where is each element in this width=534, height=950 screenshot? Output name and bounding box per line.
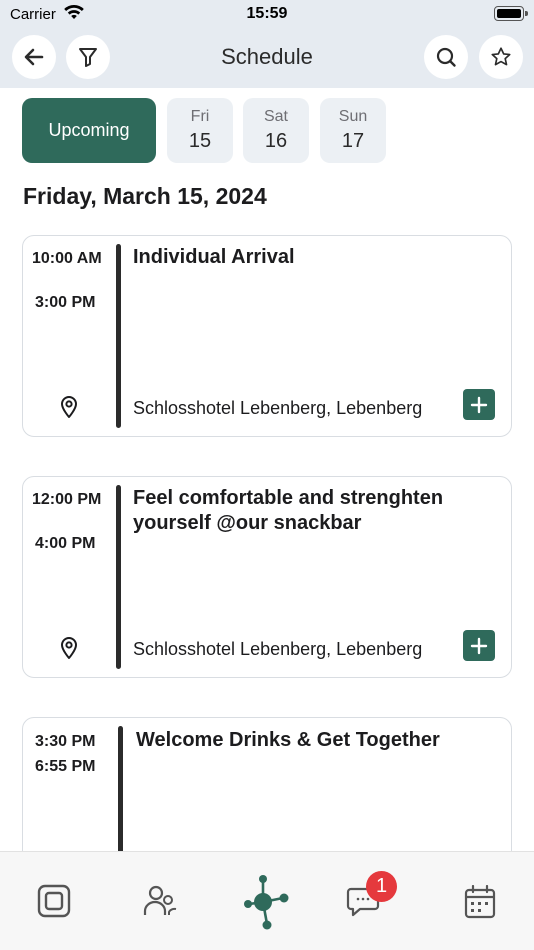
- event-end-time: 3:00 PM: [35, 294, 96, 311]
- event-start-time: 10:00 AM: [32, 250, 102, 267]
- event-timeline-bar: [118, 726, 123, 858]
- event-card[interactable]: 3:30 PM 6:55 PM Welcome Drinks & Get Tog…: [22, 717, 512, 867]
- tab-network[interactable]: [242, 874, 290, 935]
- chat-unread-badge: 1: [366, 871, 397, 902]
- tab-home[interactable]: [37, 884, 71, 923]
- event-card[interactable]: 10:00 AM 3:00 PM Individual Arrival Schl…: [22, 235, 512, 437]
- day-heading: Friday, March 15, 2024: [23, 183, 267, 209]
- event-start-time: 12:00 PM: [32, 491, 102, 508]
- tab-day-number: 17: [341, 130, 365, 152]
- event-location: Schlosshotel Lebenberg, Lebenberg: [133, 639, 423, 659]
- nav-bar: Schedule: [0, 28, 534, 88]
- bottom-tab-bar: 1: [0, 851, 534, 950]
- people-icon: [143, 885, 177, 915]
- event-end-time: 6:55 PM: [35, 758, 96, 775]
- network-hub-icon: [244, 875, 289, 930]
- tab-sat-16[interactable]: Sat 16: [243, 98, 309, 163]
- status-time: 15:59: [246, 5, 288, 22]
- square-icon: [37, 884, 71, 918]
- tab-people[interactable]: [143, 884, 177, 923]
- tab-day-number: 15: [188, 130, 212, 152]
- star-icon: [491, 47, 511, 66]
- event-title: Individual Arrival: [133, 246, 295, 268]
- event-location: Schlosshotel Lebenberg, Lebenberg: [133, 398, 423, 418]
- favorite-button[interactable]: [479, 35, 523, 79]
- tab-sun-17[interactable]: Sun 17: [320, 98, 386, 163]
- tab-upcoming[interactable]: Upcoming: [22, 98, 156, 163]
- status-bar: Carrier 15:59: [0, 0, 534, 28]
- add-to-agenda-button[interactable]: [463, 630, 495, 661]
- search-button[interactable]: [424, 35, 468, 79]
- event-title: Feel comfortable and strenghten yourself…: [133, 487, 444, 534]
- location-pin-icon: [61, 637, 77, 659]
- event-timeline-bar: [116, 244, 121, 428]
- event-end-time: 4:00 PM: [35, 535, 96, 552]
- event-timeline-bar: [116, 485, 121, 669]
- tab-day-number: 16: [264, 130, 288, 152]
- tab-fri-15[interactable]: Fri 15: [167, 98, 233, 163]
- event-card[interactable]: 12:00 PM 4:00 PM Feel comfortable and st…: [22, 476, 512, 678]
- plus-icon: [470, 637, 488, 654]
- tab-day-of-week: Fri: [190, 108, 210, 125]
- event-start-time: 3:30 PM: [35, 733, 96, 750]
- battery-icon: [494, 6, 528, 21]
- location-pin-icon: [61, 396, 77, 418]
- calendar-icon: [464, 884, 496, 919]
- event-title: Welcome Drinks & Get Together: [136, 729, 440, 751]
- plus-icon: [470, 396, 488, 413]
- tab-day-of-week: Sun: [338, 108, 368, 125]
- add-to-agenda-button[interactable]: [463, 389, 495, 420]
- tab-day-of-week: Sat: [263, 108, 288, 125]
- tab-calendar[interactable]: [464, 884, 496, 924]
- tab-upcoming-label: Upcoming: [48, 120, 130, 140]
- search-icon: [436, 47, 456, 67]
